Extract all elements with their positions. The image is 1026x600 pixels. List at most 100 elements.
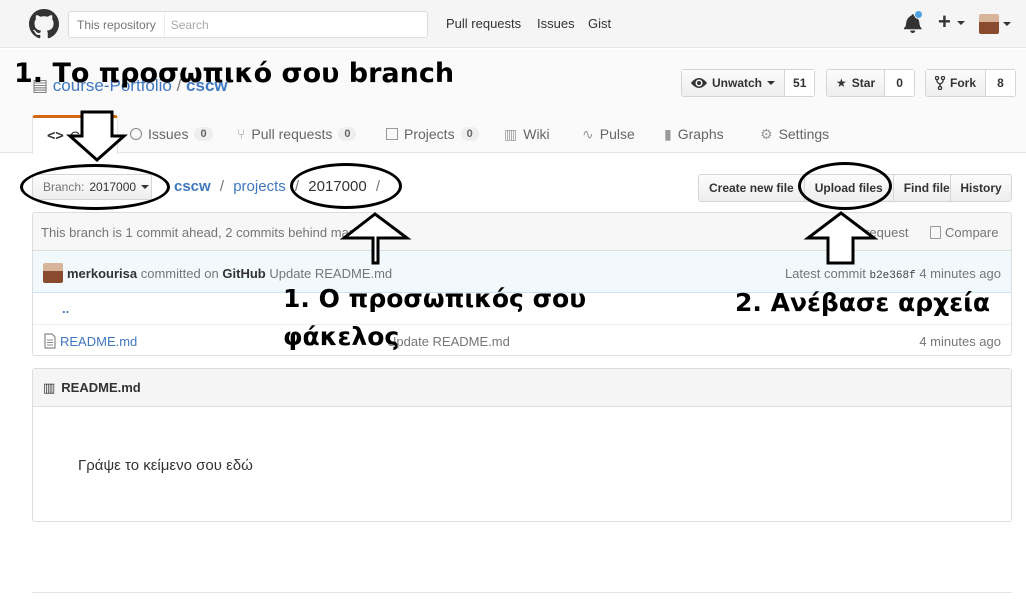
diff-icon — [930, 226, 941, 239]
pull-request-label: Pull request — [839, 225, 909, 240]
compare-link[interactable]: Compare — [930, 225, 998, 240]
tab-wiki[interactable]: ▥ Wiki — [504, 115, 550, 153]
tab-label: Wiki — [523, 126, 550, 142]
star-count[interactable]: 0 — [884, 70, 915, 96]
annotation-ellipse-upload — [798, 162, 892, 210]
nav-gist[interactable]: Gist — [588, 16, 611, 31]
tab-label: Graphs — [677, 126, 724, 142]
tab-projects[interactable]: Projects 0 — [386, 115, 479, 153]
annotation-ellipse-folder — [290, 163, 402, 209]
chevron-down-icon — [767, 81, 776, 85]
graph-icon: ▮ — [664, 125, 672, 142]
star-button[interactable]: ★ Star — [827, 70, 885, 96]
create-new-file-button[interactable]: Create new file — [699, 175, 804, 201]
table-row: README.md Update README.md 4 minutes ago — [33, 325, 1011, 355]
gear-icon: ⚙ — [760, 125, 773, 142]
issue-opened-icon — [130, 128, 142, 140]
commit-sha-link[interactable]: b2e368f — [869, 270, 915, 282]
code-icon: <> — [47, 128, 64, 144]
pulse-icon: ∿ — [582, 125, 594, 142]
watch-label: Unwatch — [712, 76, 763, 90]
site-header: This repository Pull requests Issues Gis… — [0, 0, 1026, 48]
star-button-group: ★ Star 0 — [826, 69, 916, 97]
search-box[interactable]: This repository — [68, 11, 428, 38]
avatar[interactable] — [43, 263, 63, 283]
tab-counter: 0 — [194, 127, 213, 141]
star-label: Star — [851, 76, 876, 90]
latest-commit-info: Latest commit b2e368f 4 minutes ago — [785, 266, 1001, 282]
tab-pulse[interactable]: ∿ Pulse — [582, 115, 635, 153]
book-icon: ▥ — [43, 379, 56, 395]
divider — [32, 592, 1012, 593]
tab-issues[interactable]: Issues 0 — [130, 115, 213, 153]
fork-button-group: Fork 8 — [925, 69, 1017, 97]
path-root-link[interactable]: cscw — [174, 178, 211, 195]
readme-content: Γράψε το κείμενο σου εδώ — [78, 457, 253, 474]
annotation-branch-note: 1. Το προσωπικό σου branch — [14, 58, 455, 89]
notification-indicator — [914, 10, 923, 19]
tab-label: Pulse — [599, 126, 635, 142]
tab-graphs[interactable]: ▮ Graphs — [664, 115, 724, 153]
readme-panel: ▥ README.md Γράψε το κείμενο σου εδώ — [32, 368, 1012, 522]
file-text-icon — [44, 333, 56, 349]
file-age: 4 minutes ago — [919, 334, 1001, 349]
nav-issues[interactable]: Issues — [537, 16, 575, 31]
tab-counter: 0 — [460, 127, 479, 141]
latest-commit-label: Latest commit — [784, 266, 866, 281]
commit-message-link[interactable]: Update README.md — [269, 266, 392, 281]
parent-directory-link[interactable]: .. — [62, 301, 69, 316]
commit-summary: merkourisa committed on GitHub Update RE… — [67, 266, 392, 281]
tab-label: Settings — [778, 126, 830, 142]
commit-platform: GitHub — [222, 266, 266, 281]
compare-label: Compare — [945, 225, 999, 240]
path-dir-link[interactable]: projects — [233, 178, 286, 195]
fork-button[interactable]: Fork — [926, 70, 986, 96]
tab-counter: 0 — [338, 127, 357, 141]
commit-author-link[interactable]: merkourisa — [67, 266, 137, 281]
pull-request-link[interactable]: ⑂ Pull request — [828, 225, 908, 240]
path-separator: / — [219, 178, 225, 195]
fork-count[interactable]: 8 — [985, 70, 1016, 96]
tab-label: Pull requests — [251, 126, 333, 142]
annotation-folder-note-line2: φάκελος — [283, 322, 400, 351]
tab-label: Issues — [148, 126, 189, 142]
tab-code[interactable]: <> Code — [32, 115, 119, 154]
watch-button-group: Unwatch 51 — [681, 69, 816, 97]
search-scope-label: This repository — [69, 12, 165, 37]
history-button[interactable]: History — [950, 174, 1012, 202]
annotation-folder-note-line1: 1. Ο προσωπικός σου — [283, 284, 587, 313]
branch-infobar: This branch is 1 commit ahead, 2 commits… — [33, 213, 1011, 251]
book-icon: ▥ — [504, 125, 518, 142]
eye-icon — [691, 78, 707, 88]
readme-title: README.md — [61, 380, 141, 395]
git-pull-request-icon: ⑂ — [237, 126, 246, 142]
tab-pull-requests[interactable]: ⑂ Pull requests 0 — [237, 115, 357, 153]
avatar[interactable] — [979, 14, 999, 34]
project-icon — [386, 128, 398, 140]
nav-pull-requests[interactable]: Pull requests — [446, 16, 521, 31]
commit-age: 4 minutes ago — [919, 266, 1001, 281]
search-input[interactable] — [164, 17, 405, 32]
readme-header: ▥ README.md — [33, 369, 1011, 407]
github-logo-icon[interactable] — [29, 9, 59, 39]
fork-label: Fork — [950, 76, 977, 90]
commit-verb: committed on — [140, 266, 219, 281]
star-icon: ★ — [836, 76, 847, 90]
fork-icon — [935, 76, 945, 90]
tab-label: Code — [69, 128, 104, 144]
chevron-down-icon — [956, 21, 965, 26]
plus-icon: + — [938, 9, 951, 34]
file-commit-message[interactable]: Update README.md — [387, 334, 510, 349]
tab-label: Projects — [404, 126, 455, 142]
file-name-link[interactable]: README.md — [60, 334, 137, 349]
repo-tabs: <> Code Issues 0 ⑂ Pull requests 0 Proje… — [32, 115, 1012, 154]
watch-count[interactable]: 51 — [784, 70, 815, 96]
annotation-upload-note: 2. Ανέβασε αρχεία — [735, 288, 991, 317]
tab-settings[interactable]: ⚙ Settings — [760, 115, 829, 153]
create-new-menu[interactable]: + — [938, 11, 965, 33]
git-pull-request-icon: ⑂ — [828, 225, 836, 240]
annotation-ellipse-branch — [20, 164, 170, 210]
chevron-down-icon — [1003, 22, 1011, 26]
watch-button[interactable]: Unwatch — [682, 70, 785, 96]
branch-status-text: This branch is 1 commit ahead, 2 commits… — [41, 225, 374, 240]
